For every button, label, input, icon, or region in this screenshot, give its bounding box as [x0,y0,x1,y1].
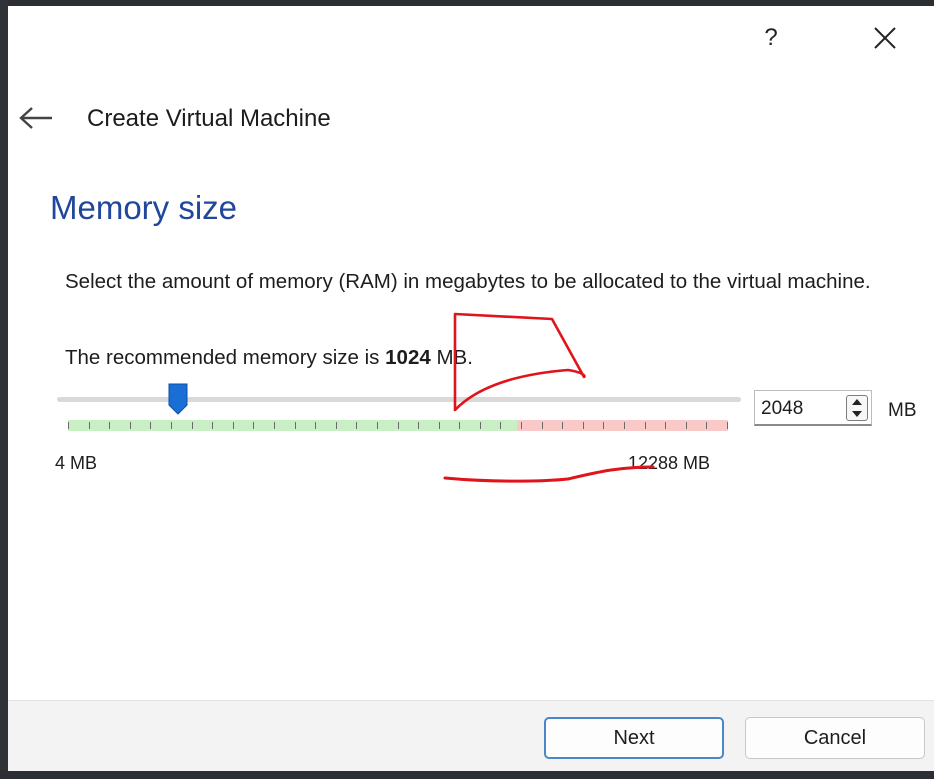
page-heading: Memory size [50,189,238,226]
slider-tick [377,422,378,429]
slider-tick [150,422,151,429]
next-button[interactable]: Next [544,717,724,759]
memory-slider-scale [68,420,728,431]
slider-tick [212,422,213,429]
slider-tick [171,422,172,429]
memory-description: Select the amount of memory (RAM) in meg… [65,270,871,293]
annotation-flag-mark [453,312,586,412]
slider-tick [645,422,646,429]
memory-spinbox-value[interactable]: 2048 [761,398,803,420]
spin-up-button[interactable] [847,396,867,408]
memory-unit-label: MB [888,400,917,421]
recommended-prefix: The recommended memory size is [65,346,386,369]
caret-up-icon [852,399,862,405]
slider-tick [192,422,193,429]
spin-down-button[interactable] [847,408,867,420]
slider-tick [418,422,419,429]
window-frame-bottom [0,770,934,779]
caret-down-icon [852,411,862,417]
slider-tick [109,422,110,429]
slider-tick [542,422,543,429]
memory-slider-track[interactable] [57,397,741,402]
memory-slider-thumb[interactable] [167,382,189,416]
slider-tick [356,422,357,429]
slider-tick [706,422,707,429]
slider-tick [398,422,399,429]
slider-tick [562,422,563,429]
help-icon: ? [764,24,778,51]
slider-tick [89,422,90,429]
arrow-left-icon [19,107,52,129]
close-icon [874,27,896,49]
slider-tick [315,422,316,429]
annotation-underline-mark [443,465,655,483]
recommended-suffix: MB. [430,346,473,369]
memory-spinbox[interactable]: 2048 [754,390,872,426]
cancel-button[interactable]: Cancel [745,717,925,759]
window-frame-left [0,0,8,779]
spinbox-buttons [846,395,868,421]
close-button[interactable] [865,18,905,58]
slider-tick [583,422,584,429]
wizard-title: Create Virtual Machine [87,105,331,132]
slider-tick [727,422,728,429]
slider-tick [480,422,481,429]
safe-range-band [68,420,517,431]
slider-tick [295,422,296,429]
slider-tick [233,422,234,429]
slider-tick [624,422,625,429]
slider-tick [253,422,254,429]
slider-tick [130,422,131,429]
slider-tick [603,422,604,429]
slider-tick [336,422,337,429]
slider-tick [274,422,275,429]
back-button[interactable] [14,100,58,136]
warning-range-band [517,420,728,431]
memory-max-label: 12288 MB [628,453,711,473]
slider-tick [439,422,440,429]
recommended-value: 1024 [385,346,431,369]
slider-tick [665,422,666,429]
slider-tick [459,422,460,429]
slider-tick [521,422,522,429]
help-button[interactable]: ? [751,18,791,58]
slider-tick [68,422,69,429]
create-vm-dialog: ? Create Virtual Machine Memory size Sel… [8,6,934,771]
slider-tick [500,422,501,429]
slider-tick [686,422,687,429]
recommended-memory-text: The recommended memory size is 1024 MB. [65,346,473,370]
memory-min-label: 4 MB [55,453,98,473]
